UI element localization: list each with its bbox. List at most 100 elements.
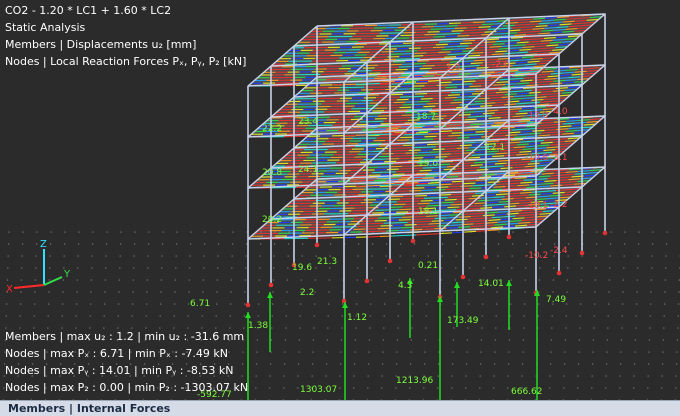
slab-rib	[456, 56, 468, 57]
slab-rib	[446, 227, 458, 228]
slab-rib	[466, 48, 478, 49]
slab-rib	[459, 206, 471, 207]
slab-rib	[482, 24, 494, 25]
slab-rib	[466, 150, 478, 151]
slab-rib	[446, 74, 458, 75]
slab-rib	[444, 118, 456, 119]
slab-rib	[425, 124, 437, 125]
slab-rib	[476, 29, 488, 30]
z-axis-label: Z	[40, 239, 47, 250]
member-result-label: 20.2	[262, 215, 282, 225]
slab-rib	[475, 50, 487, 51]
slab-rib	[475, 101, 487, 102]
slab-rib	[445, 36, 457, 37]
slab-rib	[469, 147, 481, 148]
slab-rib	[496, 194, 508, 195]
slab-rib	[496, 31, 508, 32]
slab-rib	[420, 68, 432, 69]
node-result-type: Nodes | Local Reaction Forces Pₓ, Pᵧ, P₂…	[5, 53, 246, 70]
slab-rib	[420, 170, 432, 171]
slab-rib	[432, 108, 444, 109]
slab-rib	[447, 105, 459, 106]
slab-rib	[446, 176, 458, 177]
reaction-label: 7.49	[546, 295, 566, 305]
slab-rib	[463, 91, 475, 92]
slab-rib	[451, 143, 463, 144]
slab-rib	[469, 35, 481, 36]
load-combination-title: CO2 - 1.20 * LC1 + 1.60 * LC2	[5, 2, 246, 19]
slab-rib	[463, 193, 475, 194]
slab-rib	[483, 52, 495, 53]
member-result-label: 23.4	[298, 117, 318, 127]
slab-rib	[451, 102, 463, 103]
slab-rib	[493, 136, 505, 137]
slab-rib	[485, 21, 497, 22]
slab-rib	[401, 227, 413, 228]
slab-rib	[496, 92, 508, 93]
slab-rib	[439, 144, 451, 145]
support-node	[507, 235, 512, 240]
slab-rib	[469, 45, 481, 46]
slab-rib	[460, 94, 472, 95]
slab-rib	[433, 47, 445, 48]
slab-rib	[441, 121, 453, 122]
member-result-label: 18.1	[418, 207, 438, 217]
slab-rib	[481, 34, 493, 35]
3d-viewport[interactable]: 1.0-2.6-4.0-13.0-3.1-10.6-10.1-2.4-10.2-…	[0, 0, 680, 400]
slab-rib	[405, 72, 417, 73]
summary-uz: Members | max u₂ : 1.2 | min u₂ : -31.6 …	[5, 328, 248, 345]
slab-rib	[481, 136, 493, 137]
slab-rib	[512, 129, 524, 130]
slab-rib	[434, 75, 446, 76]
slab-rib	[460, 145, 472, 146]
slab-rib	[472, 83, 484, 84]
slab-rib	[456, 168, 468, 169]
slab-rib	[454, 49, 466, 50]
slab-rib	[463, 102, 475, 103]
slab-rib	[454, 202, 466, 203]
slab-rib	[475, 203, 487, 204]
slab-rib	[464, 183, 476, 184]
slab-rib	[429, 172, 441, 173]
slab-rib	[428, 183, 440, 184]
slab-rib	[496, 184, 508, 185]
slab-rib	[410, 127, 422, 128]
slab-rib	[474, 162, 486, 163]
slab-rib	[404, 184, 416, 185]
slab-rib	[508, 81, 520, 82]
slab-rib	[479, 27, 491, 28]
member-result-label: 4.3	[398, 281, 412, 291]
slab-rib	[458, 125, 470, 126]
slab-rib	[491, 26, 503, 27]
slab-rib	[487, 90, 499, 91]
slab-rib	[472, 195, 484, 196]
slab-rib	[490, 97, 502, 98]
summary-px: Nodes | max Pₓ : 6.71 | min Pₓ : -7.49 k…	[5, 345, 248, 362]
slab-rib	[459, 104, 471, 105]
slab-rib	[398, 230, 410, 231]
slab-rib	[468, 208, 480, 209]
slab-rib	[455, 28, 467, 29]
slab-rib	[444, 57, 456, 58]
y-axis-label: Y	[63, 269, 71, 280]
slab-rib	[429, 60, 441, 61]
slab-rib	[483, 103, 495, 104]
member-result-label: -2.6	[492, 60, 510, 70]
slab-rib	[447, 207, 459, 208]
slab-rib	[461, 22, 473, 23]
slab-rib	[481, 187, 493, 188]
slab-rib	[471, 53, 483, 54]
slab-rib	[442, 151, 454, 152]
slab-rib	[468, 65, 480, 66]
internal-forces-panel[interactable]: Members | Internal Forces	[0, 400, 680, 416]
slab-rib	[436, 146, 448, 147]
slab-rib	[451, 194, 463, 195]
slab-rib	[508, 132, 520, 133]
slab-rib	[459, 217, 471, 218]
slab-rib	[450, 113, 462, 114]
slab-rib	[469, 96, 481, 97]
support-node	[388, 259, 393, 264]
slab-rib	[487, 100, 499, 101]
reaction-arrow-head	[454, 282, 460, 288]
slab-rib	[459, 64, 471, 65]
